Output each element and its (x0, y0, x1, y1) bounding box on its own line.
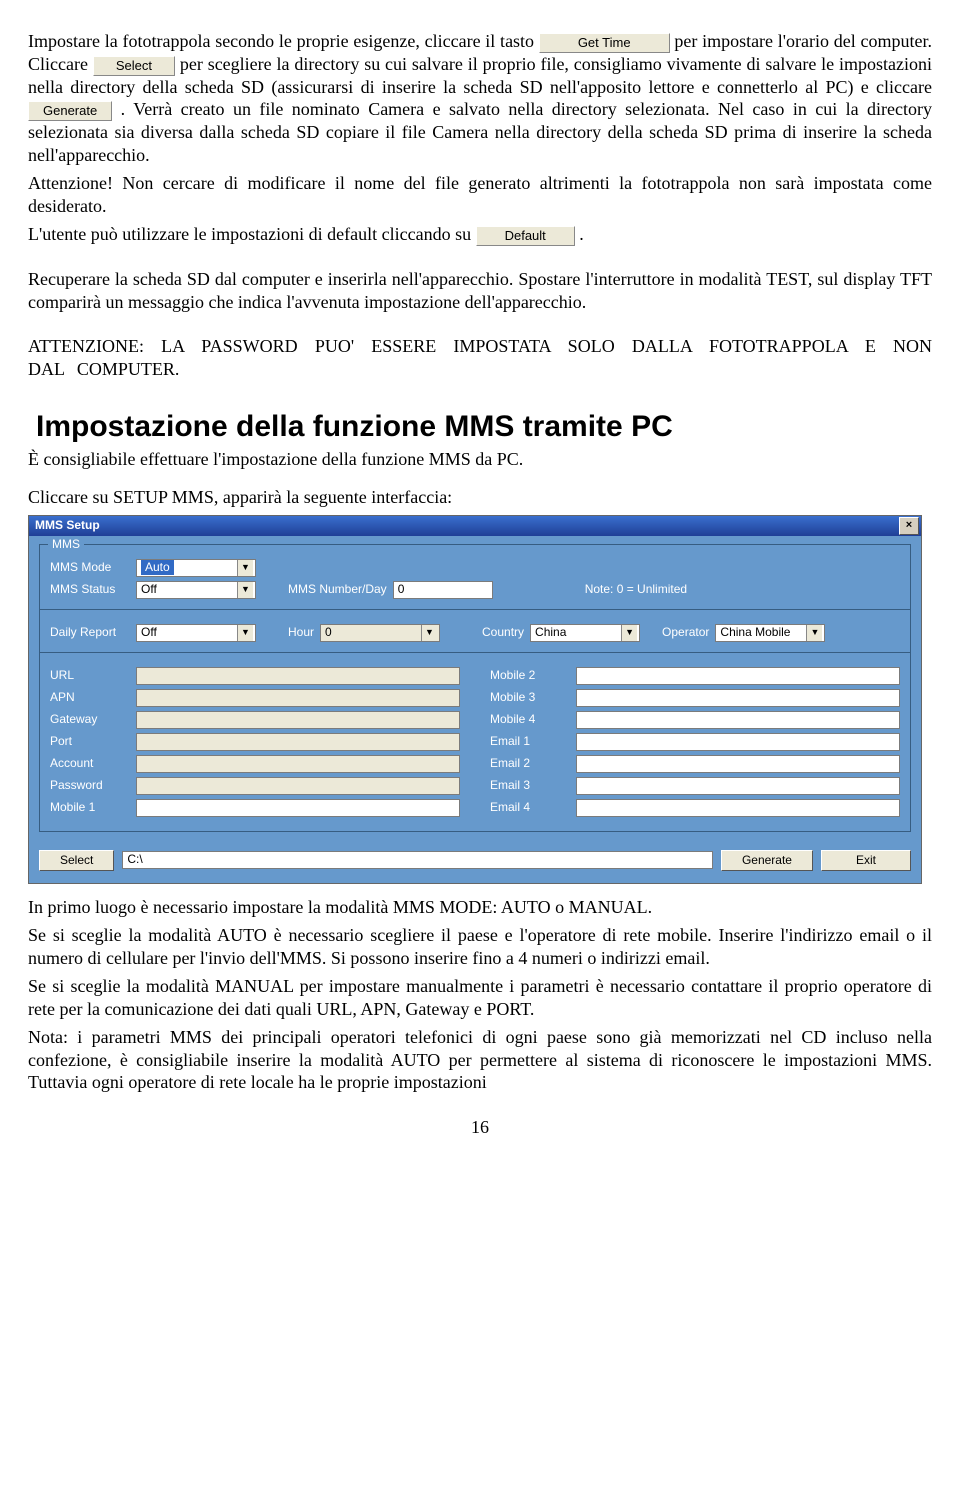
input-url[interactable] (136, 667, 460, 685)
note-unlimited: Note: 0 = Unlimited (585, 582, 687, 597)
paragraph-recover: Recuperare la scheda SD dal computer e i… (28, 268, 932, 313)
generate-button[interactable]: Generate (28, 101, 112, 121)
combo-value: China (535, 625, 566, 640)
label-gateway: Gateway (50, 712, 130, 727)
paragraph-warning-password: ATTENZIONE: LA PASSWORD PUO' ESSERE IMPO… (28, 335, 932, 380)
input-mobile1[interactable] (136, 799, 460, 817)
paragraph-auto: Se si sceglie la modalità AUTO è necessa… (28, 924, 932, 969)
chevron-down-icon: ▼ (421, 625, 437, 641)
combo-value: China Mobile (720, 625, 790, 640)
combo-mms-mode[interactable]: Auto ▼ (136, 559, 256, 577)
paragraph-firststep: In primo luogo è necessario impostare la… (28, 896, 932, 919)
input-mms-number-day[interactable]: 0 (393, 581, 493, 599)
label-email4: Email 4 (490, 800, 570, 815)
label-hour: Hour (288, 625, 314, 640)
input-password[interactable] (136, 777, 460, 795)
input-email2[interactable] (576, 755, 900, 773)
chevron-down-icon: ▼ (806, 625, 822, 641)
label-mms-mode: MMS Mode (50, 560, 130, 575)
mms-setup-window: MMS Setup × MMS MMS Mode Auto ▼ MMS Stat… (28, 515, 922, 884)
input-port[interactable] (136, 733, 460, 751)
generate-file-button[interactable]: Generate (721, 850, 813, 871)
input-apn[interactable] (136, 689, 460, 707)
select-button[interactable]: Select (93, 56, 175, 76)
combo-value: Off (141, 625, 157, 640)
paragraph-click-setup: Cliccare su SETUP MMS, apparirà la segue… (28, 486, 932, 509)
label-email2: Email 2 (490, 756, 570, 771)
text: . Verrà creato un file nominato Camera e… (28, 99, 932, 164)
close-icon[interactable]: × (899, 517, 919, 535)
paragraph-1: Impostare la fototrappola secondo le pro… (28, 30, 932, 166)
default-button[interactable]: Default (476, 226, 575, 246)
label-account: Account (50, 756, 130, 771)
input-mobile3[interactable] (576, 689, 900, 707)
subheading: È consigliabile effettuare l'impostazion… (28, 448, 932, 471)
input-mobile2[interactable] (576, 667, 900, 685)
text: L'utente può utilizzare le impostazioni … (28, 224, 476, 244)
label-url: URL (50, 668, 130, 683)
paragraph-default: L'utente può utilizzare le impostazioni … (28, 223, 932, 246)
input-email3[interactable] (576, 777, 900, 795)
input-path[interactable]: C:\ (122, 851, 713, 869)
select-path-button[interactable]: Select (39, 850, 114, 871)
get-time-button[interactable]: Get Time (539, 33, 670, 53)
label-email1: Email 1 (490, 734, 570, 749)
label-email3: Email 3 (490, 778, 570, 793)
combo-hour[interactable]: 0 ▼ (320, 624, 440, 642)
chevron-down-icon: ▼ (621, 625, 637, 641)
input-mobile4[interactable] (576, 711, 900, 729)
input-email1[interactable] (576, 733, 900, 751)
input-account[interactable] (136, 755, 460, 773)
paragraph-note: Nota: i parametri MMS dei principali ope… (28, 1026, 932, 1094)
label-daily-report: Daily Report (50, 625, 130, 640)
exit-button[interactable]: Exit (821, 850, 911, 871)
input-email4[interactable] (576, 799, 900, 817)
paragraph-manual: Se si sceglie la modalità MANUAL per imp… (28, 975, 932, 1020)
chevron-down-icon: ▼ (237, 582, 253, 598)
group-label: MMS (48, 537, 84, 552)
mms-groupbox: MMS MMS Mode Auto ▼ MMS Status Off ▼ MMS… (39, 544, 911, 832)
label-apn: APN (50, 690, 130, 705)
combo-value: 0 (325, 625, 332, 640)
label-port: Port (50, 734, 130, 749)
combo-mms-status[interactable]: Off ▼ (136, 581, 256, 599)
label-mobile1: Mobile 1 (50, 800, 130, 815)
window-titlebar: MMS Setup × (29, 516, 921, 536)
input-gateway[interactable] (136, 711, 460, 729)
text: Impostare la fototrappola secondo le pro… (28, 31, 539, 51)
combo-daily-report[interactable]: Off ▼ (136, 624, 256, 642)
combo-operator[interactable]: China Mobile ▼ (715, 624, 825, 642)
page-number: 16 (28, 1116, 932, 1139)
label-mobile4: Mobile 4 (490, 712, 570, 727)
label-mobile2: Mobile 2 (490, 668, 570, 683)
label-mms-number-day: MMS Number/Day (288, 582, 387, 597)
window-title: MMS Setup (35, 518, 100, 533)
combo-country[interactable]: China ▼ (530, 624, 640, 642)
text: . (579, 224, 584, 244)
combo-value: Auto (141, 560, 174, 575)
label-country: Country (482, 625, 524, 640)
label-mms-status: MMS Status (50, 582, 130, 597)
section-heading: Impostazione della funzione MMS tramite … (36, 408, 932, 446)
label-operator: Operator (662, 625, 709, 640)
combo-value: Off (141, 582, 157, 597)
paragraph-attention: Attenzione! Non cercare di modificare il… (28, 172, 932, 217)
label-mobile3: Mobile 3 (490, 690, 570, 705)
chevron-down-icon: ▼ (237, 560, 253, 576)
label-password: Password (50, 778, 130, 793)
chevron-down-icon: ▼ (237, 625, 253, 641)
